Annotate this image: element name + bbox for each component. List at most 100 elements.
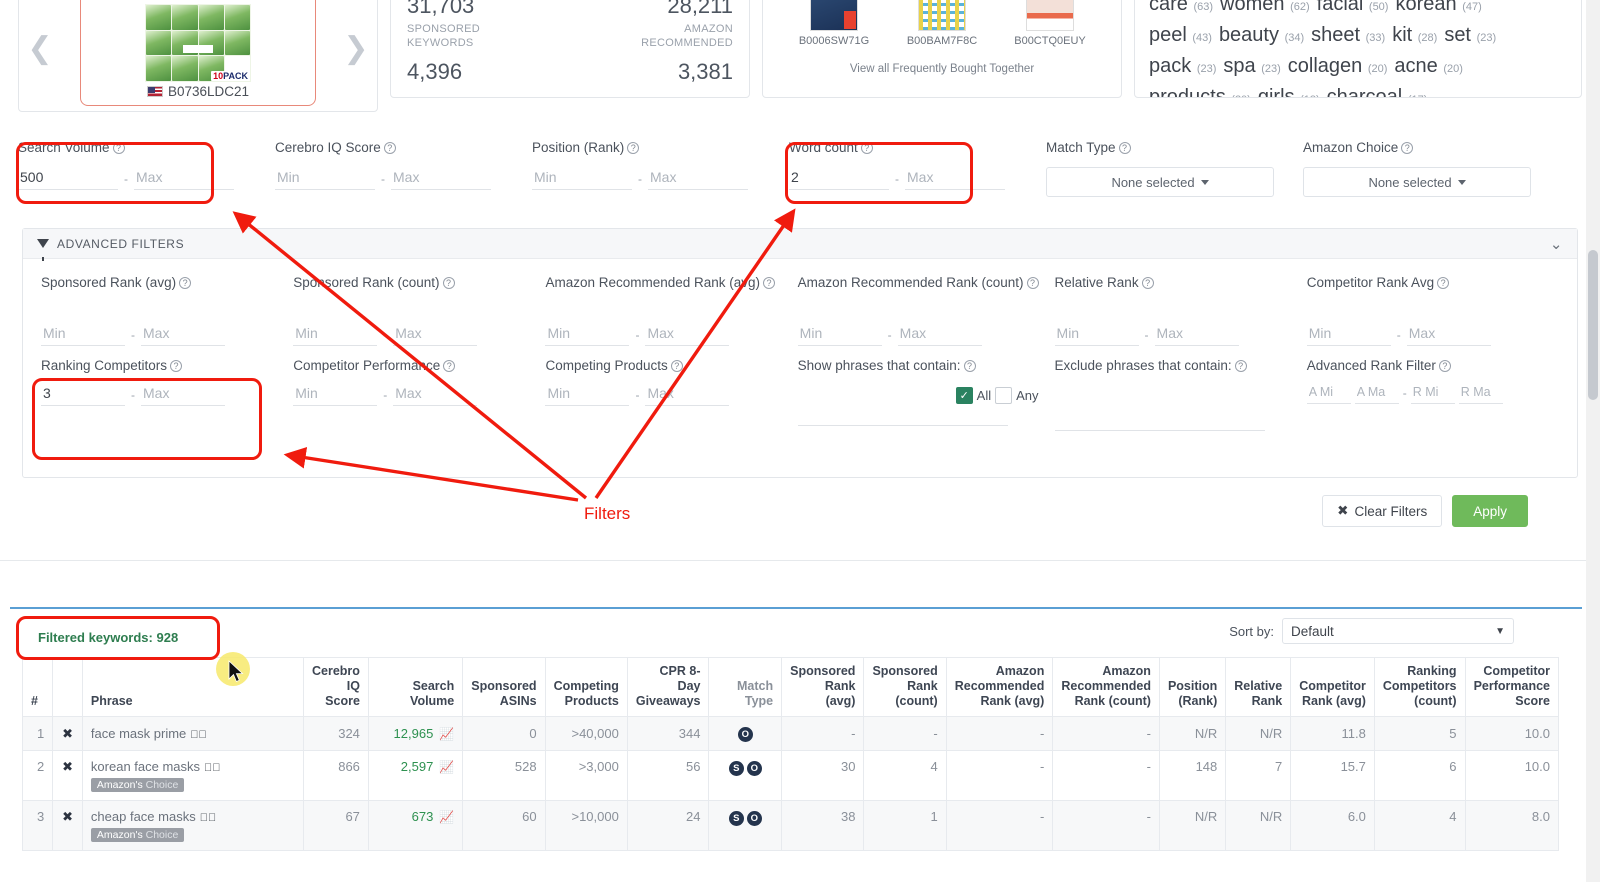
external-link-icon[interactable]: ↗⃞	[204, 762, 221, 774]
cerebro-iq-max-input[interactable]	[391, 167, 491, 190]
col-cerebro-iq-score[interactable]: Cerebro IQ Score	[302, 656, 369, 718]
exclude-phrases-input[interactable]	[1054, 409, 1265, 431]
col-ranking-competitors[interactable]: Ranking Competitors (count)	[1373, 656, 1466, 718]
word-count-min-input[interactable]	[789, 167, 889, 190]
cloud-word[interactable]: pack (23)	[1149, 55, 1216, 77]
view-all-fbt-link[interactable]: View all Frequently Bought Together	[850, 63, 1034, 75]
col-sponsored-rank-count[interactable]: Sponsored Rank (count)	[863, 656, 947, 718]
word-count-max-input[interactable]	[905, 167, 1005, 190]
col-index[interactable]: #	[21, 656, 54, 718]
col-amz-rec-rank-avg[interactable]: Amazon Recommended Rank (avg)	[945, 656, 1054, 718]
help-icon[interactable]: ?	[627, 142, 640, 154]
advanced-rank-r-min-input[interactable]	[1410, 383, 1455, 404]
cloud-word[interactable]: korean (47)	[1395, 0, 1481, 15]
help-icon[interactable]: ?	[963, 360, 976, 372]
row-phrase[interactable]: korean face masks	[91, 759, 200, 774]
ranking-competitors-min-input[interactable]	[41, 383, 125, 406]
cloud-word[interactable]: peel (43)	[1149, 24, 1212, 46]
competing-products-min-input[interactable]	[545, 383, 630, 406]
remove-x-icon[interactable]: ✖	[62, 809, 73, 824]
advanced-filters-header[interactable]: ADVANCED FILTERS ⌄	[23, 229, 1577, 261]
table-row[interactable]: 1 ✖ face mask prime ↗⃞ 324 12,965 📈 0 >40,…	[21, 716, 1560, 752]
apply-button[interactable]: Apply	[1452, 495, 1528, 527]
help-icon[interactable]: ?	[179, 277, 192, 289]
cloud-word[interactable]: products (20)	[1149, 86, 1251, 97]
search-volume-min-input[interactable]	[18, 167, 118, 190]
external-link-icon[interactable]: ↗⃞	[200, 812, 217, 824]
fbt-item[interactable]: B00CTQ0EUY	[1008, 0, 1092, 47]
help-icon[interactable]: ?	[1026, 277, 1039, 289]
sponsored-rank-avg-max-input[interactable]	[141, 323, 225, 346]
show-phrases-input[interactable]	[797, 404, 1008, 426]
cloud-word[interactable]: girls (18)	[1258, 86, 1320, 97]
cloud-word[interactable]: kit (28)	[1392, 24, 1437, 46]
col-match-type[interactable]: Match Type	[708, 656, 783, 718]
help-icon[interactable]: ?	[383, 142, 396, 154]
help-icon[interactable]: ?	[170, 360, 183, 372]
cloud-word[interactable]: set (23)	[1444, 24, 1496, 46]
col-amz-rec-rank-count[interactable]: Amazon Recommended Rank (count)	[1052, 656, 1160, 718]
scrollbar-thumb[interactable]	[1588, 250, 1598, 400]
cerebro-iq-min-input[interactable]	[275, 167, 375, 190]
relative-rank-min-input[interactable]	[1054, 323, 1139, 346]
cloud-word[interactable]: sheet (33)	[1311, 24, 1385, 46]
col-competitor-rank-avg[interactable]: Competitor Rank (avg)	[1290, 656, 1375, 718]
col-competing-products[interactable]: Competing Products	[544, 656, 628, 718]
help-icon[interactable]: ?	[1234, 360, 1247, 372]
col-relative-rank[interactable]: Relative Rank	[1225, 656, 1292, 718]
table-row[interactable]: 2 ✖ korean face masks ↗⃞ Amazon's Choice …	[21, 750, 1560, 802]
competitor-performance-max-input[interactable]	[393, 383, 478, 406]
position-rank-min-input[interactable]	[532, 167, 632, 190]
cloud-word[interactable]: collagen (20)	[1288, 55, 1388, 77]
cloud-word[interactable]: beauty (34)	[1219, 24, 1304, 46]
fbt-item[interactable]: B00BAM7F8C	[900, 0, 984, 47]
trend-chart-icon[interactable]: 📈	[439, 810, 454, 824]
search-volume-max-input[interactable]	[134, 167, 234, 190]
advanced-rank-a-max-input[interactable]	[1354, 383, 1399, 404]
cloud-word[interactable]: women (62)	[1220, 0, 1310, 15]
amz-rec-rank-count-max-input[interactable]	[897, 323, 982, 346]
row-phrase[interactable]: cheap face masks	[91, 809, 196, 824]
help-icon[interactable]: ?	[860, 142, 873, 154]
help-icon[interactable]: ?	[1437, 277, 1450, 289]
row-phrase[interactable]: face mask prime	[91, 726, 186, 741]
help-icon[interactable]: ?	[1118, 142, 1131, 154]
help-icon[interactable]: ?	[112, 142, 125, 154]
selected-asin-tile[interactable]: 10PACK B0736LDC21	[80, 0, 316, 106]
competitor-rank-avg-min-input[interactable]	[1306, 323, 1391, 346]
carousel-prev-icon[interactable]: ❮	[27, 34, 53, 64]
amz-rec-rank-count-min-input[interactable]	[797, 323, 882, 346]
help-icon[interactable]: ?	[1438, 360, 1451, 372]
amz-rec-rank-avg-max-input[interactable]	[645, 323, 730, 346]
col-position-rank[interactable]: Position (Rank)	[1158, 656, 1227, 718]
cloud-word[interactable]: charcoal (17)	[1327, 86, 1428, 97]
help-icon[interactable]: ?	[763, 277, 776, 289]
advanced-rank-r-max-input[interactable]	[1458, 383, 1503, 404]
cloud-word[interactable]: facial (50)	[1317, 0, 1389, 15]
clear-filters-button[interactable]: ✖ Clear Filters	[1322, 495, 1443, 527]
relative-rank-max-input[interactable]	[1154, 323, 1239, 346]
sponsored-rank-count-max-input[interactable]	[393, 323, 478, 346]
sort-by-select[interactable]: Default ▼	[1282, 618, 1514, 644]
remove-x-icon[interactable]: ✖	[62, 759, 73, 774]
remove-x-icon[interactable]: ✖	[62, 726, 73, 741]
competitor-rank-avg-max-input[interactable]	[1406, 323, 1491, 346]
table-row[interactable]: 3 ✖ cheap face masks ↗⃞ Amazon's Choice 6…	[21, 800, 1560, 852]
help-icon[interactable]: ?	[670, 360, 683, 372]
sponsored-rank-avg-min-input[interactable]	[41, 323, 125, 346]
help-icon[interactable]: ?	[443, 360, 456, 372]
competitor-performance-min-input[interactable]	[293, 383, 378, 406]
cloud-word[interactable]: acne (20)	[1394, 55, 1463, 77]
ranking-competitors-max-input[interactable]	[141, 383, 225, 406]
trend-chart-icon[interactable]: 📈	[439, 760, 454, 774]
show-phrases-all-checkbox[interactable]: ✓	[955, 387, 973, 404]
competing-products-max-input[interactable]	[645, 383, 730, 406]
col-phrase[interactable]: Phrase	[81, 656, 304, 718]
amz-rec-rank-avg-min-input[interactable]	[545, 323, 630, 346]
help-icon[interactable]: ?	[1401, 142, 1414, 154]
position-rank-max-input[interactable]	[648, 167, 748, 190]
advanced-rank-a-min-input[interactable]	[1306, 383, 1351, 404]
match-type-select[interactable]: None selected	[1046, 167, 1274, 197]
page-scrollbar[interactable]	[1586, 0, 1600, 882]
help-icon[interactable]: ?	[442, 277, 455, 289]
